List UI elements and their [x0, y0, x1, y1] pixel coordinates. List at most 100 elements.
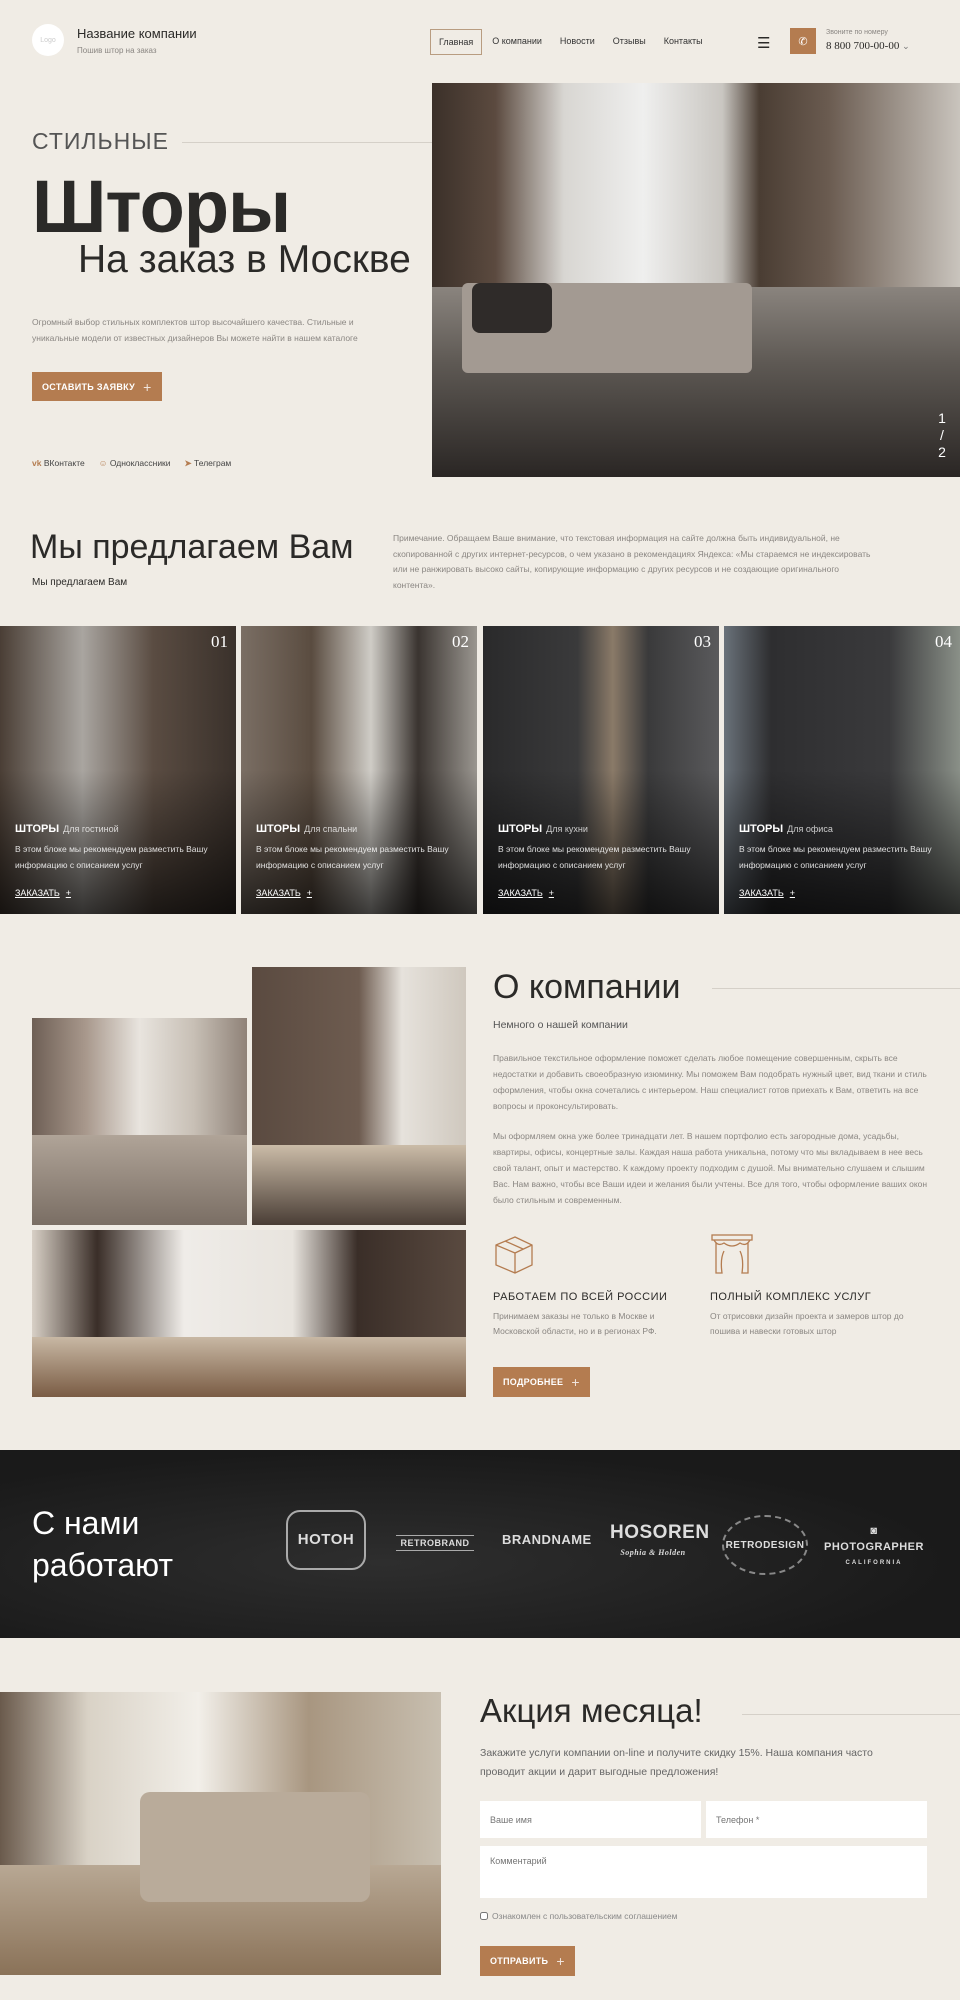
- company-name: Название компании: [77, 26, 197, 41]
- plus-icon: +: [548, 888, 554, 898]
- plus-icon: +: [789, 888, 795, 898]
- plus-icon: +: [65, 888, 71, 898]
- about-paragraph-1: Правильное текстильное оформление поможе…: [493, 1053, 927, 1111]
- divider: [742, 1714, 960, 1715]
- slide-separator: /: [940, 427, 944, 443]
- feature-title: ПОЛНЫЙ КОМПЛЕКС УСЛУГ: [710, 1291, 872, 1303]
- partner-logo-retrodesign[interactable]: RETRODESIGN: [722, 1515, 808, 1575]
- social-vk[interactable]: vk ВКонтакте: [32, 458, 85, 469]
- nav-reviews[interactable]: Отзывы: [605, 29, 654, 55]
- feature-text: Принимаем заказы не только в Москве и Мо…: [493, 1311, 657, 1336]
- hero-title: Шторы: [32, 165, 291, 248]
- promo-text: Закажите услуги компании on-line и получ…: [480, 1747, 873, 1778]
- comment-textarea[interactable]: [480, 1846, 927, 1898]
- hero-text: Огромный выбор стильных комплектов штор …: [32, 317, 358, 343]
- phone-input[interactable]: [706, 1801, 927, 1838]
- vk-icon: vk: [32, 458, 42, 468]
- plus-icon: +: [571, 1374, 580, 1390]
- card-number: 02: [452, 632, 469, 651]
- nav-contacts[interactable]: Контакты: [656, 29, 711, 55]
- about-title: О компании: [493, 968, 681, 1006]
- name-input[interactable]: [480, 1801, 701, 1838]
- card-text: В этом блоке мы рекомендуем разместить В…: [256, 844, 449, 870]
- hero-eyebrow: СТИЛЬНЫЕ: [32, 128, 169, 154]
- plus-icon: +: [306, 888, 312, 898]
- hamburger-menu-icon[interactable]: ☰: [757, 34, 770, 52]
- card-order-link[interactable]: ЗАКАЗАТЬ +: [15, 888, 71, 898]
- social-ok[interactable]: ☺ Одноклассники: [99, 458, 171, 469]
- card-order-link[interactable]: ЗАКАЗАТЬ +: [256, 888, 312, 898]
- phone-label: Звоните по номеру: [826, 29, 888, 36]
- card-text: В этом блоке мы рекомендуем разместить В…: [498, 844, 691, 870]
- leave-request-label: ОСТАВИТЬ ЗАЯВКУ: [42, 381, 136, 392]
- divider: [712, 988, 960, 989]
- partner-logo-retrobrand[interactable]: RETROBRAND: [396, 1535, 474, 1551]
- company-tagline: Пошив штор на заказ: [77, 46, 157, 55]
- chevron-down-icon: ⌄: [902, 41, 910, 51]
- slide-total: 2: [938, 444, 946, 460]
- odnoklassniki-icon: ☺: [98, 458, 108, 468]
- telegram-icon: ➤: [184, 458, 192, 468]
- card-title: ШТОРЫ Для офиса: [739, 823, 833, 835]
- leave-request-button[interactable]: ОСТАВИТЬ ЗАЯВКУ +: [32, 372, 162, 401]
- about-image-3: [32, 1230, 466, 1397]
- nav-news[interactable]: Новости: [552, 29, 603, 55]
- service-card[interactable]: 01 ШТОРЫ Для гостиной В этом блоке мы рек…: [0, 626, 236, 914]
- main-nav: Главная О компании Новости Отзывы Контак…: [430, 29, 711, 55]
- phone-number[interactable]: 8 800 700-00-00 ⌄: [826, 40, 910, 52]
- slide-current: 1: [938, 410, 946, 426]
- partner-logo-brandname[interactable]: BRANDNAME: [502, 1532, 591, 1547]
- promo-title: Акция месяца!: [480, 1692, 703, 1729]
- offer-title: Мы предлагаем Вам: [30, 528, 354, 566]
- submit-button[interactable]: ОТПРАВИТЬ +: [480, 1946, 575, 1976]
- about-paragraph-2: Мы оформляем окна уже более тринадцати л…: [493, 1131, 928, 1205]
- card-number: 03: [694, 632, 711, 651]
- hero-image: [432, 83, 960, 477]
- about-image-2: [252, 967, 466, 1225]
- slide-counter: 1 / 2: [936, 410, 948, 461]
- box-icon: [495, 1236, 533, 1274]
- offer-subtitle: Мы предлагаем Вам: [32, 577, 128, 588]
- more-button[interactable]: ПОДРОБНЕЕ +: [493, 1367, 590, 1397]
- card-title: ШТОРЫ Для гостиной: [15, 823, 119, 835]
- more-label: ПОДРОБНЕЕ: [503, 1377, 564, 1387]
- feature-title: РАБОТАЕМ ПО ВСЕЙ РОССИИ: [493, 1291, 668, 1303]
- social-telegram[interactable]: ➤ Телеграм: [185, 458, 232, 469]
- service-card[interactable]: 02 ШТОРЫ Для спальни В этом блоке мы реко…: [241, 626, 477, 914]
- hero-subtitle: На заказ в Москве: [78, 238, 411, 281]
- phone-icon: ✆: [798, 35, 808, 48]
- agreement-checkbox[interactable]: Ознакомлен с пользовательским соглашение…: [480, 1911, 677, 1921]
- camera-icon: ◙: [870, 1525, 878, 1537]
- partner-logo-photographer[interactable]: ◙ PHOTOGRAPHER CALIFORNIA: [822, 1523, 926, 1571]
- partners-title: С нами работают: [32, 1505, 174, 1583]
- submit-label: ОТПРАВИТЬ: [490, 1956, 549, 1966]
- partner-logo-hosoren[interactable]: HOSOREN Sophia & Holden: [610, 1523, 709, 1563]
- phone-text: 8 800 700-00-00: [826, 40, 900, 52]
- phone-button[interactable]: ✆: [790, 28, 816, 54]
- nav-about[interactable]: О компании: [484, 29, 550, 55]
- card-title: ШТОРЫ Для кухни: [498, 823, 588, 835]
- agreement-checkbox-input[interactable]: [480, 1912, 488, 1920]
- card-order-link[interactable]: ЗАКАЗАТЬ +: [498, 888, 554, 898]
- card-number: 01: [211, 632, 228, 651]
- social-links: vk ВКонтакте ☺ Одноклассники ➤ Телеграм: [32, 458, 231, 469]
- promo-image: [0, 1692, 441, 1975]
- partner-logo-hotoh[interactable]: HOTOH: [286, 1510, 366, 1570]
- about-subtitle: Немного о нашей компании: [493, 1019, 628, 1031]
- logo[interactable]: Logo: [32, 24, 64, 56]
- offer-note: Примечание. Обращаем Ваше внимание, что …: [393, 533, 871, 590]
- card-number: 04: [935, 632, 952, 651]
- card-order-link[interactable]: ЗАКАЗАТЬ +: [739, 888, 795, 898]
- about-image-1: [32, 1018, 247, 1225]
- divider: [182, 142, 432, 143]
- nav-home[interactable]: Главная: [430, 29, 483, 55]
- card-title: ШТОРЫ Для спальни: [256, 823, 358, 835]
- card-text: В этом блоке мы рекомендуем разместить В…: [739, 844, 932, 870]
- card-text: В этом блоке мы рекомендуем разместить В…: [15, 844, 208, 870]
- curtain-icon: [711, 1234, 753, 1274]
- feature-text: От отрисовки дизайн проекта и замеров шт…: [710, 1311, 904, 1336]
- plus-icon: +: [143, 378, 152, 395]
- service-card[interactable]: 03 ШТОРЫ Для кухни В этом блоке мы рекоме…: [483, 626, 719, 914]
- plus-icon: +: [556, 1953, 565, 1969]
- service-card[interactable]: 04 ШТОРЫ Для офиса В этом блоке мы рекоме…: [724, 626, 960, 914]
